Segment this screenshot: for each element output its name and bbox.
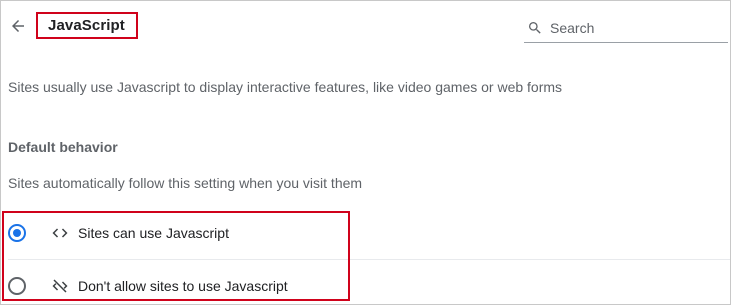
- search-icon: [526, 19, 544, 37]
- default-behavior-subtitle: Sites automatically follow this setting …: [8, 175, 363, 191]
- option-label: Don't allow sites to use Javascript: [78, 278, 288, 294]
- radio-block-javascript[interactable]: [8, 277, 26, 295]
- option-label: Sites can use Javascript: [78, 225, 229, 241]
- divider: [8, 259, 730, 260]
- code-icon: [50, 223, 70, 243]
- search-input[interactable]: [550, 20, 720, 36]
- page-title-container: JavaScript: [36, 12, 138, 39]
- default-behavior-heading: Default behavior: [8, 139, 118, 155]
- radio-selected-dot: [13, 229, 21, 237]
- option-allow-javascript[interactable]: Sites can use Javascript: [0, 211, 731, 255]
- code-off-icon: [50, 276, 70, 296]
- back-button[interactable]: [6, 16, 30, 40]
- search-field[interactable]: [524, 14, 728, 43]
- arrow-back-icon: [9, 17, 27, 40]
- page-title: JavaScript: [48, 17, 125, 34]
- option-block-javascript[interactable]: Don't allow sites to use Javascript: [0, 264, 731, 308]
- page-description: Sites usually use Javascript to display …: [8, 79, 563, 95]
- radio-allow-javascript[interactable]: [8, 224, 26, 242]
